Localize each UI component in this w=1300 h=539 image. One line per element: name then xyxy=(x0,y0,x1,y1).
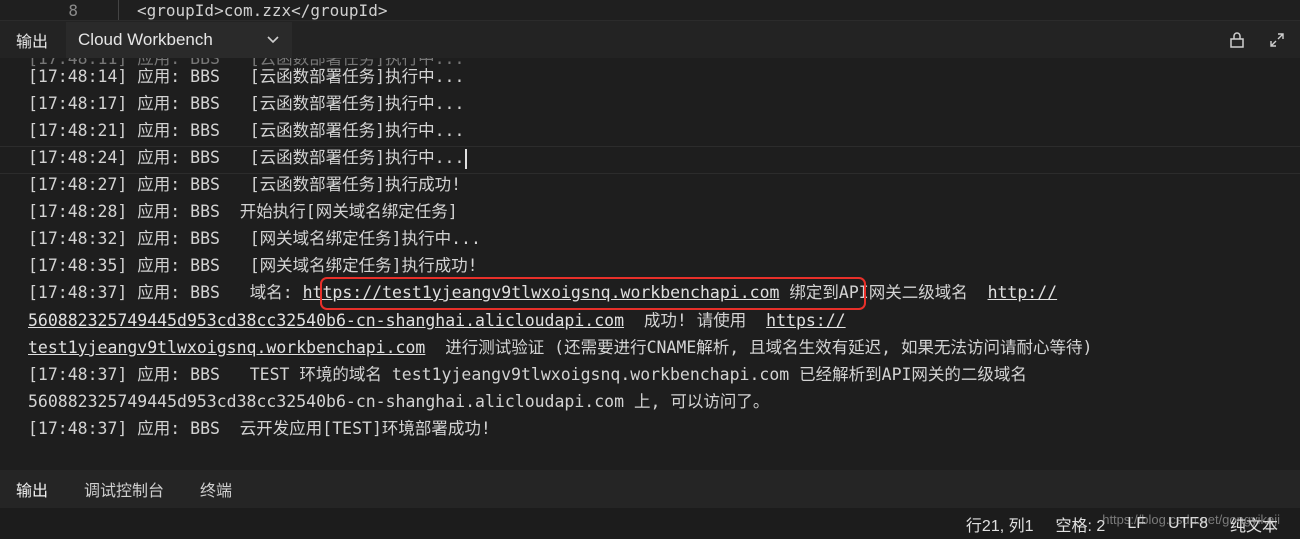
tab-terminal[interactable]: 终端 xyxy=(200,477,232,501)
log-line-domain-cont: 560882325749445d953cd38cc32540b6-cn-shan… xyxy=(28,311,846,330)
gutter-divider xyxy=(118,0,119,20)
test-url-link[interactable]: https:// xyxy=(766,311,845,330)
expand-icon[interactable] xyxy=(1268,31,1286,49)
log-line: [17:48:17] 应用: BBS [云函数部署任务]执行中... xyxy=(28,94,465,113)
output-log[interactable]: [17:48:11] 应用: BBS [云函数部署任务]执行中... [17:4… xyxy=(0,58,1300,470)
gateway-url-link[interactable]: http:// xyxy=(988,283,1058,302)
panel-actions xyxy=(1228,31,1286,49)
code-line[interactable]: <groupId>com.zzx</groupId> xyxy=(137,1,387,20)
log-line: [17:48:28] 应用: BBS 开始执行[网关域名绑定任务] xyxy=(28,202,458,221)
text-cursor xyxy=(465,148,468,169)
tab-debug-console[interactable]: 调试控制台 xyxy=(84,477,164,501)
log-line: [17:48:37] 应用: BBS TEST 环境的域名 test1yjean… xyxy=(28,365,1027,384)
bottom-panel-tabs: 输出 调试控制台 终端 xyxy=(0,470,1300,511)
output-source-select[interactable]: Cloud Workbench xyxy=(66,22,293,58)
lock-icon[interactable] xyxy=(1228,31,1246,49)
gateway-url-link[interactable]: 560882325749445d953cd38cc32540b6-cn-shan… xyxy=(28,311,624,330)
log-line-current: [17:48:24] 应用: BBS [云函数部署任务]执行中... xyxy=(28,147,468,169)
log-line: [17:48:27] 应用: BBS [云函数部署任务]执行成功! xyxy=(28,175,462,194)
line-number: 8 xyxy=(68,0,78,20)
log-line: [17:48:21] 应用: BBS [云函数部署任务]执行中... xyxy=(28,121,465,140)
output-panel-header: 输出 Cloud Workbench xyxy=(0,20,1300,59)
tab-output[interactable]: 输出 xyxy=(13,477,51,511)
log-line: 560882325749445d953cd38cc32540b6-cn-shan… xyxy=(28,392,770,411)
indentation[interactable]: 空格: 2 xyxy=(1056,512,1106,536)
log-line: [17:48:35] 应用: BBS [网关域名绑定任务]执行成功! xyxy=(28,256,478,275)
chevron-down-icon xyxy=(266,32,280,48)
output-source-value: Cloud Workbench xyxy=(78,30,213,49)
editor-code-strip: 8 <groupId>com.zzx</groupId> xyxy=(0,0,1300,20)
test-url-link[interactable]: test1yjeangv9tlwxoigsnq.workbenchapi.com xyxy=(28,338,425,357)
log-line: [17:48:37] 应用: BBS 云开发应用[TEST]环境部署成功! xyxy=(28,419,491,438)
panel-title: 输出 xyxy=(16,34,49,51)
log-line: [17:48:14] 应用: BBS [云函数部署任务]执行中... xyxy=(28,67,465,86)
cursor-position[interactable]: 行21, 列1 xyxy=(966,512,1034,536)
log-line: [17:48:32] 应用: BBS [网关域名绑定任务]执行中... xyxy=(28,229,481,248)
log-line-domain-cont2: test1yjeangv9tlwxoigsnq.workbenchapi.com… xyxy=(28,338,1093,357)
watermark: https://blog.csdn.net/gongyikeji xyxy=(1102,512,1280,527)
highlight-box xyxy=(320,277,866,310)
